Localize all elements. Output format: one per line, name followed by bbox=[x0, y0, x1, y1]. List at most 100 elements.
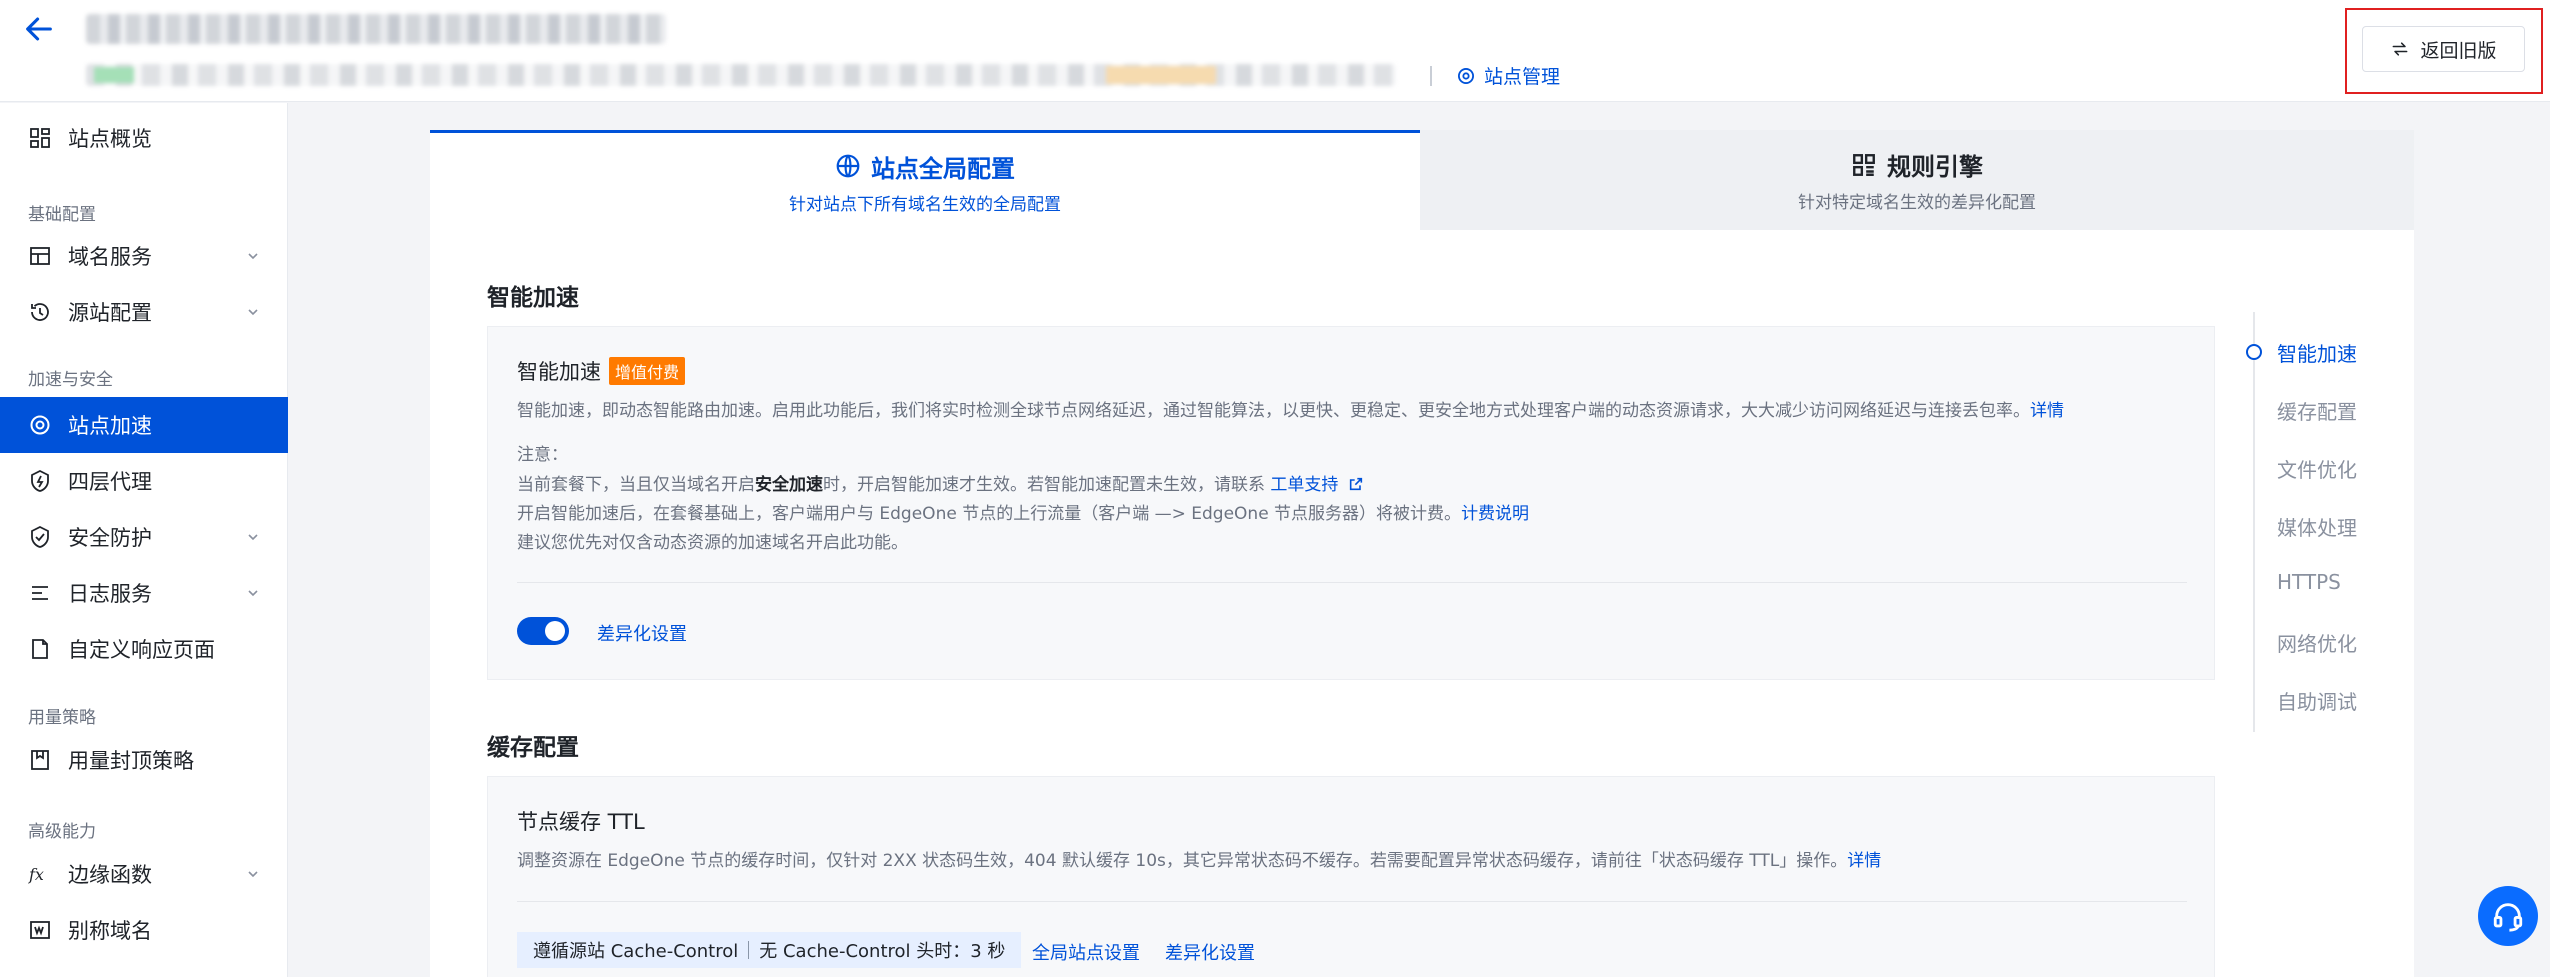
note1-bold: 安全加速 bbox=[755, 475, 823, 495]
sidebar-item-label: 用量封顶策略 bbox=[68, 749, 194, 773]
anchor-self-debug[interactable]: 自助调试 bbox=[2277, 686, 2357, 715]
cache-ttl-detail-link[interactable]: 详情 bbox=[1847, 851, 1881, 871]
cache-diff-settings-link[interactable]: 差异化设置 bbox=[1165, 939, 1255, 965]
sidebar-item-label: 自定义响应页面 bbox=[68, 638, 215, 662]
sidebar-item-l4-proxy[interactable]: 四层代理 bbox=[0, 453, 288, 509]
sidebar-item-logs[interactable]: 日志服务 bbox=[0, 565, 288, 621]
smart-accel-feature-title: 智能加速 增值付费 bbox=[517, 356, 686, 386]
anchor-network-opt[interactable]: 网络优化 bbox=[2277, 628, 2357, 657]
svg-text:fx: fx bbox=[28, 865, 44, 884]
tab-global-config[interactable]: 站点全局配置 针对站点下所有域名生效的全局配置 bbox=[430, 130, 1420, 230]
tab-rule-engine[interactable]: 规则引擎 针对特定域名生效的差异化配置 bbox=[1420, 130, 2414, 230]
chevron-down-icon bbox=[248, 871, 258, 878]
anchor-active-dot bbox=[2246, 344, 2262, 360]
note-line-1: 当前套餐下，当且仅当域名开启安全加速时，开启智能加速才生效。若智能加速配置未生效… bbox=[517, 470, 1364, 495]
log-icon bbox=[32, 586, 48, 600]
back-arrow-icon[interactable] bbox=[22, 12, 56, 46]
sidebar-item-overview[interactable]: 站点概览 bbox=[0, 110, 288, 166]
sidebar-item-label: 安全防护 bbox=[68, 526, 152, 550]
accel-gear-icon bbox=[30, 415, 50, 435]
function-icon: fx bbox=[28, 865, 44, 884]
cache-ttl-desc: 调整资源在 EdgeOne 节点的缓存时间，仅针对 2XX 状态码生效，404 … bbox=[517, 846, 1881, 871]
sidebar-item-site-accel[interactable]: 站点加速 bbox=[0, 397, 288, 453]
sidebar: 站点概览 基础配置 域名服务 源站配置 加速与安全 站点加速 四层代理 安全防护… bbox=[0, 103, 288, 977]
gear-icon bbox=[1458, 67, 1474, 84]
sidebar-item-label: 四层代理 bbox=[68, 470, 152, 494]
cache-ttl-feature-title: 节点缓存 TTL bbox=[517, 810, 645, 834]
anchor-https[interactable]: HTTPS bbox=[2277, 570, 2341, 594]
ticket-support-link[interactable]: 工单支持 bbox=[1270, 475, 1338, 495]
chevron-down-icon bbox=[248, 534, 258, 541]
sidebar-item-security[interactable]: 安全防护 bbox=[0, 509, 288, 565]
chevron-down-icon bbox=[248, 590, 258, 597]
note-line-3: 建议您优先对仅含动态资源的加速域名开启此功能。 bbox=[517, 533, 908, 553]
sidebar-item-alias-domain[interactable]: 别称域名 bbox=[0, 902, 288, 958]
smart-accel-desc: 智能加速，即动态智能路由加速。启用此功能后，我们将实时检测全球节点网络延迟，通过… bbox=[517, 396, 2064, 421]
tab-global-desc: 针对站点下所有域名生效的全局配置 bbox=[789, 194, 1061, 215]
tab-rules-desc: 针对特定域名生效的差异化配置 bbox=[1798, 193, 2036, 213]
sidebar-item-label: 源站配置 bbox=[68, 301, 152, 325]
note2-text: 开启智能加速后，在套餐基础上，客户端用户与 EdgeOne 节点的上行流量（客户… bbox=[517, 504, 1462, 524]
tab-global-title: 站点全局配置 bbox=[871, 154, 1015, 183]
globe-icon bbox=[836, 154, 860, 178]
billing-info-link[interactable]: 计费说明 bbox=[1461, 504, 1529, 524]
site-management-label: 站点管理 bbox=[1484, 66, 1561, 88]
sidebar-item-label: 边缘函数 bbox=[68, 863, 152, 887]
domain-icon bbox=[30, 247, 50, 265]
header-divider bbox=[1430, 66, 1432, 86]
anchor-smart-accel[interactable]: 智能加速 bbox=[2277, 338, 2357, 367]
note-title: 注意： bbox=[517, 445, 568, 465]
sidebar-group-basic: 基础配置 bbox=[28, 205, 96, 225]
sidebar-group-advanced: 高级能力 bbox=[28, 822, 96, 842]
sidebar-item-domain[interactable]: 域名服务 bbox=[0, 228, 288, 284]
sidebar-item-edge-functions[interactable]: fx 边缘函数 bbox=[0, 846, 288, 902]
cache-global-settings-link[interactable]: 全局站点设置 bbox=[1032, 939, 1140, 965]
sidebar-item-label: 域名服务 bbox=[68, 245, 152, 269]
note1-text-a: 当前套餐下，当且仅当域名开启 bbox=[517, 475, 755, 495]
section-title-cache: 缓存配置 bbox=[487, 735, 579, 761]
sidebar-item-label: 别称域名 bbox=[68, 919, 152, 943]
smart-accel-diff-settings-link[interactable]: 差异化设置 bbox=[597, 620, 687, 646]
history-icon bbox=[31, 303, 49, 321]
tab-rules-title: 规则引擎 bbox=[1887, 153, 1983, 181]
chip-separator bbox=[748, 941, 750, 959]
proxy-shield-icon bbox=[31, 469, 49, 492]
sidebar-item-usage-cap[interactable]: 用量封顶策略 bbox=[0, 732, 288, 788]
return-old-version-label: 返回旧版 bbox=[2420, 39, 2497, 62]
anchor-media[interactable]: 媒体处理 bbox=[2277, 512, 2357, 541]
site-management-link[interactable]: 站点管理 bbox=[1456, 62, 1560, 89]
top-header: 站点管理 返回旧版 bbox=[0, 0, 2550, 102]
cache-chip-b: 无 Cache-Control 头时：3 秒 bbox=[759, 941, 1006, 962]
shield-icon bbox=[31, 525, 49, 548]
sidebar-item-label: 站点概览 bbox=[68, 127, 152, 151]
chevron-down-icon bbox=[248, 253, 258, 260]
external-link-icon bbox=[1349, 477, 1362, 491]
sidebar-item-custom-page[interactable]: 自定义响应页面 bbox=[0, 621, 288, 677]
smart-accel-toggle[interactable] bbox=[517, 617, 569, 645]
sidebar-item-label: 日志服务 bbox=[68, 582, 152, 606]
chevron-down-icon bbox=[248, 309, 258, 316]
alias-icon bbox=[30, 921, 50, 939]
panel-divider bbox=[517, 582, 2187, 583]
sidebar-item-origin[interactable]: 源站配置 bbox=[0, 284, 288, 340]
page-icon bbox=[32, 639, 48, 659]
note-line-2: 开启智能加速后，在套餐基础上，客户端用户与 EdgeOne 节点的上行流量（客户… bbox=[517, 499, 1529, 524]
anchor-file-opt[interactable]: 文件优化 bbox=[2277, 454, 2357, 483]
dashboard-icon bbox=[30, 128, 50, 148]
cache-chip-a: 遵循源站 Cache-Control bbox=[533, 941, 739, 962]
bookmark-icon bbox=[31, 750, 49, 770]
smart-accel-desc-text: 智能加速，即动态智能路由加速。启用此功能后，我们将实时检测全球节点网络延迟，通过… bbox=[517, 401, 2030, 421]
anchor-cache[interactable]: 缓存配置 bbox=[2277, 396, 2357, 425]
note1-text-c: 时，开启智能加速才生效。若智能加速配置未生效，请联系 bbox=[823, 475, 1271, 495]
feature-title-text: 智能加速 bbox=[517, 360, 601, 384]
anchor-nav-line bbox=[2253, 312, 2255, 732]
site-subtitle-redacted bbox=[86, 64, 1396, 86]
cache-divider bbox=[517, 901, 2187, 902]
support-chat-button[interactable] bbox=[2478, 886, 2538, 946]
smart-accel-detail-link[interactable]: 详情 bbox=[2030, 401, 2064, 421]
switch-icon bbox=[2393, 42, 2408, 56]
return-old-version-button[interactable]: 返回旧版 bbox=[2362, 26, 2525, 72]
sidebar-item-label: 站点加速 bbox=[68, 414, 152, 438]
headset-icon bbox=[2493, 903, 2523, 932]
sidebar-group-accel: 加速与安全 bbox=[28, 370, 113, 390]
